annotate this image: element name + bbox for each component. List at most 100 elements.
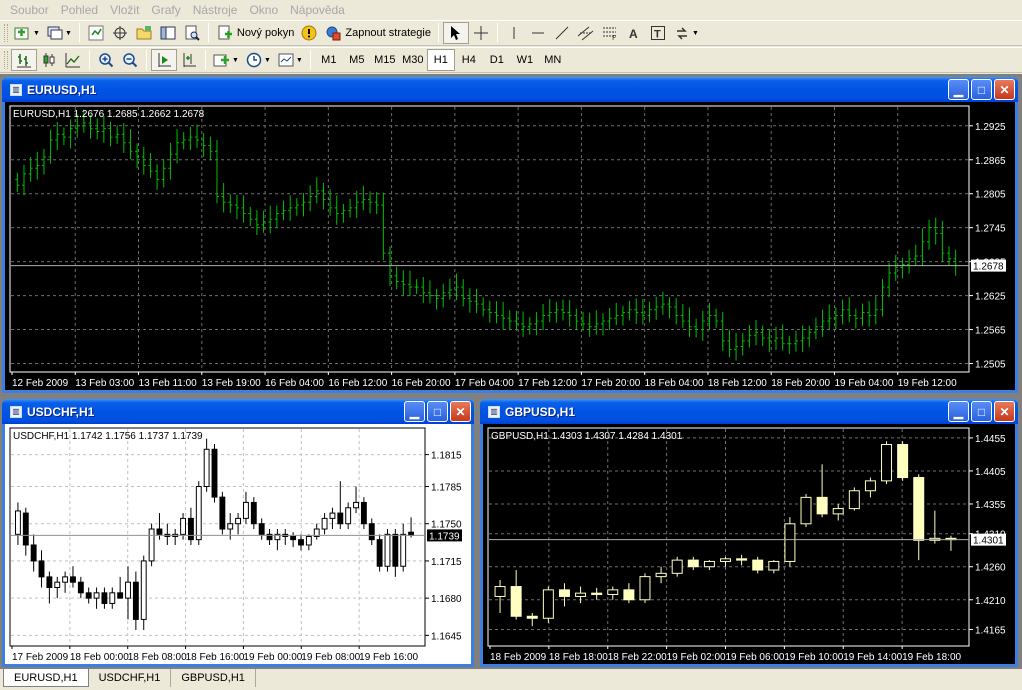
menu-help[interactable]: Nápověda xyxy=(284,3,351,17)
cursor-tool-button[interactable] xyxy=(442,22,469,44)
window-controls: ▁ □ ✕ xyxy=(404,401,471,422)
timeframe-m15[interactable]: M15 xyxy=(371,49,399,71)
navigator-button[interactable] xyxy=(132,22,156,44)
chart-shift-button[interactable] xyxy=(177,49,201,71)
timeframe-m1[interactable]: M1 xyxy=(315,49,343,71)
auto-scroll-icon xyxy=(155,51,173,69)
x-tick-label: 19 Feb 08:00 xyxy=(301,652,360,663)
maximize-button[interactable]: □ xyxy=(971,79,992,100)
text-tool-button[interactable]: A xyxy=(622,22,646,44)
periods-button[interactable]: ▼ xyxy=(242,49,274,71)
channel-icon xyxy=(577,24,595,42)
x-tick-label: 19 Feb 02:00 xyxy=(667,652,726,663)
last-price-label: 1.2678 xyxy=(971,259,1006,273)
eurusd-titlebar[interactable]: ▥ EURUSD,H1 ▁ □ ✕ xyxy=(2,77,1018,102)
market-watch-button[interactable] xyxy=(84,22,108,44)
toolbar-grip[interactable] xyxy=(4,51,8,69)
zoom-in-button[interactable] xyxy=(94,49,118,71)
new-order-button[interactable]: Nový pokyn xyxy=(213,22,297,44)
x-tick-label: 19 Feb 10:00 xyxy=(784,652,843,663)
trendline-icon xyxy=(553,24,571,42)
close-button[interactable]: ✕ xyxy=(450,401,471,422)
vertical-line-button[interactable] xyxy=(502,22,526,44)
candlestick xyxy=(219,491,226,535)
timeframe-h4[interactable]: H4 xyxy=(455,49,483,71)
close-button[interactable]: ✕ xyxy=(994,79,1015,100)
gbpusd-titlebar[interactable]: ▥ GBPUSD,H1 ▁ □ ✕ xyxy=(480,399,1018,424)
equidistant-channel-button[interactable] xyxy=(574,22,598,44)
text-label-button[interactable]: T xyxy=(646,22,670,44)
indicators-icon xyxy=(213,51,231,69)
chart-info-ohlc: GBPUSD,H1 1.4303 1.4307 1.4284 1.4301 xyxy=(491,431,683,442)
menu-window[interactable]: Okno xyxy=(243,3,284,17)
zoom-out-button[interactable] xyxy=(118,49,142,71)
candlestick xyxy=(784,517,796,567)
x-tick-label: 18 Feb 16:00 xyxy=(186,652,245,663)
clock-icon xyxy=(245,51,263,69)
maximize-button[interactable]: □ xyxy=(427,401,448,422)
y-tick-label: 1.4210 xyxy=(975,596,1006,607)
terminal-button[interactable] xyxy=(156,22,180,44)
bar-chart-icon xyxy=(15,51,33,69)
usdchf-chart[interactable]: 17 Feb 2009 18 Feb 00:00 18 Feb 08:00 18 Fe… xyxy=(5,424,471,664)
auto-scroll-button[interactable] xyxy=(151,49,177,71)
timeframe-h1[interactable]: H1 xyxy=(426,49,455,71)
usdchf-titlebar[interactable]: ▥ USDCHF,H1 ▁ □ ✕ xyxy=(2,399,474,424)
expert-advisors-button[interactable]: Zapnout strategie xyxy=(321,22,434,44)
profiles-button[interactable]: ▼ xyxy=(43,22,75,44)
gbpusd-chart-window[interactable]: ▥ GBPUSD,H1 ▁ □ ✕ 18 Feb 2009 18 Feb 18:0… xyxy=(480,399,1018,667)
minimize-button[interactable]: ▁ xyxy=(948,401,969,422)
timeframe-m30[interactable]: M30 xyxy=(399,49,427,71)
x-tick-label: 18 Feb 04:00 xyxy=(645,378,704,389)
menu-view[interactable]: Pohled xyxy=(55,3,104,17)
svg-text:1.1739: 1.1739 xyxy=(429,531,460,542)
tab-gbpusd[interactable]: GBPUSD,H1 xyxy=(171,669,256,687)
menu-charts[interactable]: Grafy xyxy=(145,3,186,17)
menu-tools[interactable]: Nástroje xyxy=(187,3,244,17)
y-tick-label: 1.1680 xyxy=(431,594,462,605)
expert-advisor-icon xyxy=(324,24,342,42)
indicators-button[interactable]: ▼ xyxy=(210,49,242,71)
templates-button[interactable]: ▼ xyxy=(274,49,306,71)
trendline-button[interactable] xyxy=(550,22,574,44)
tab-usdchf[interactable]: USDCHF,H1 xyxy=(89,669,172,687)
y-tick-label: 1.2745 xyxy=(975,224,1006,235)
warning-button[interactable] xyxy=(297,22,321,44)
toolbar-grip[interactable] xyxy=(4,24,8,42)
timeframe-m5[interactable]: M5 xyxy=(343,49,371,71)
toolbar-separator xyxy=(146,50,147,70)
new-chart-button[interactable]: ▼ xyxy=(11,22,43,44)
usdchf-chart-window[interactable]: ▥ USDCHF,H1 ▁ □ ✕ 17 Feb 2009 18 Feb 00:0… xyxy=(2,399,474,667)
fibonacci-button[interactable]: F xyxy=(598,22,622,44)
maximize-button[interactable]: □ xyxy=(971,401,992,422)
arrows-button[interactable]: ▼ xyxy=(670,22,702,44)
line-chart-button[interactable] xyxy=(61,49,85,71)
candlestick xyxy=(639,573,651,604)
horizontal-line-button[interactable] xyxy=(526,22,550,44)
y-tick-label: 1.4165 xyxy=(975,625,1006,636)
timeframe-mn[interactable]: MN xyxy=(539,49,567,71)
menu-file[interactable]: Soubor xyxy=(4,3,55,17)
eurusd-chart-window[interactable]: ▥ EURUSD,H1 ▁ □ ✕ 12 Feb 2009 13 Feb 03:0… xyxy=(2,77,1018,393)
timeframe-w1[interactable]: W1 xyxy=(511,49,539,71)
y-tick-label: 1.4260 xyxy=(975,563,1006,574)
gbpusd-chart[interactable]: 18 Feb 2009 18 Feb 18:00 18 Feb 22:00 19 Fe… xyxy=(483,424,1015,664)
y-tick-label: 1.4355 xyxy=(975,500,1006,511)
minimize-button[interactable]: ▁ xyxy=(404,401,425,422)
eurusd-chart[interactable]: 12 Feb 2009 13 Feb 03:00 13 Feb 11:00 13 Fe… xyxy=(5,102,1015,390)
bar-chart-button[interactable] xyxy=(11,49,37,71)
x-tick-label: 19 Feb 16:00 xyxy=(359,652,418,663)
timeframe-d1[interactable]: D1 xyxy=(483,49,511,71)
crosshair-tool-button[interactable] xyxy=(469,22,493,44)
data-window-button[interactable] xyxy=(108,22,132,44)
close-button[interactable]: ✕ xyxy=(994,401,1015,422)
minimize-button[interactable]: ▁ xyxy=(948,79,969,100)
y-tick-label: 1.2505 xyxy=(975,360,1006,371)
menu-insert[interactable]: Vložit xyxy=(104,3,145,17)
svg-text:1.2678: 1.2678 xyxy=(973,262,1004,273)
candlestick-button[interactable] xyxy=(37,49,61,71)
tester-button[interactable] xyxy=(180,22,204,44)
tab-eurusd[interactable]: EURUSD,H1 xyxy=(3,669,89,687)
candlestick xyxy=(671,556,683,577)
chart-window-icon: ▥ xyxy=(10,83,22,96)
